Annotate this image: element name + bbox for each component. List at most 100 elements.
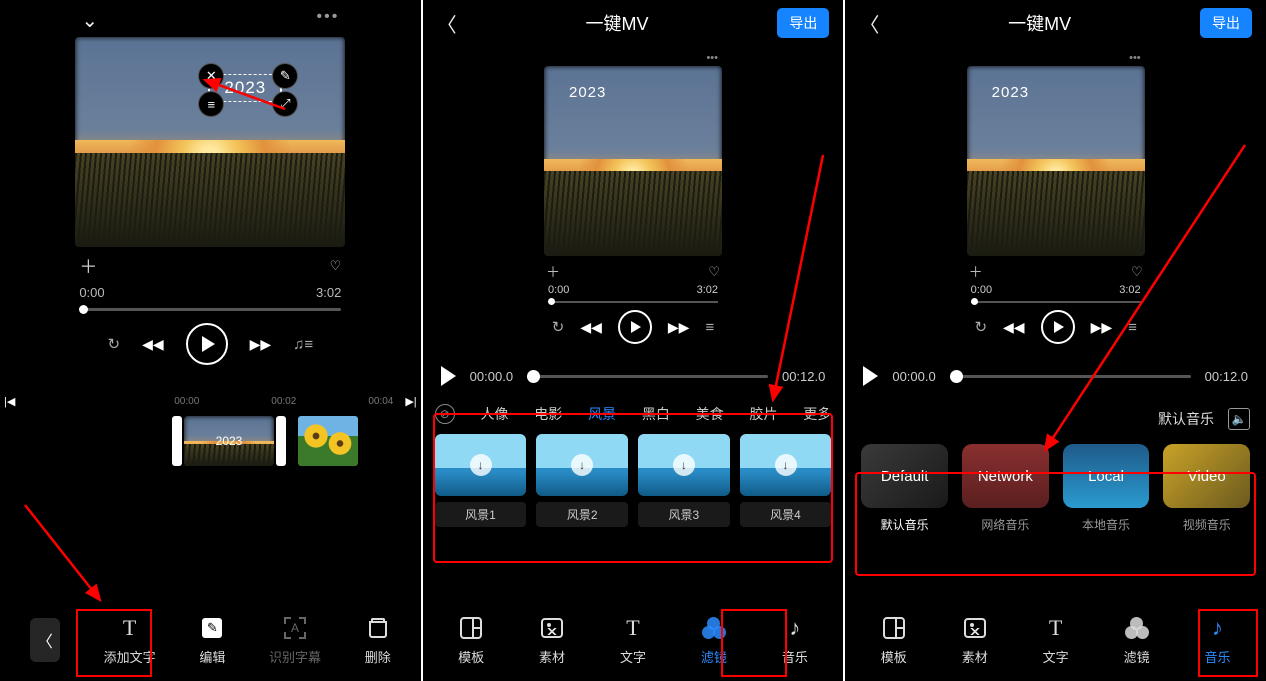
loop-icon[interactable]: ↻	[552, 318, 565, 336]
back-icon[interactable]: 〈	[437, 9, 457, 38]
tool-music[interactable]: ♪音乐	[782, 615, 808, 666]
more-icon[interactable]: •••	[967, 52, 1145, 66]
preview-progress[interactable]	[79, 308, 341, 311]
filter-cat[interactable]: 美食	[696, 404, 724, 424]
rewind-icon[interactable]: ◀◀	[580, 319, 602, 336]
filter-cat[interactable]: 风景	[588, 404, 616, 424]
text-overlay-editor[interactable]: 2023 ✕ ✎ ≡ ⤢	[190, 59, 300, 117]
panel-text-editor: ⌄ ••• 2023 ✕ ✎ ≡ ⤢ ＋ ♡ 0:00 3:02	[0, 0, 423, 681]
tool-label: 模板	[458, 647, 484, 666]
tool-template[interactable]: 模板	[458, 615, 484, 666]
add-clip-icon[interactable]: ＋	[969, 262, 983, 282]
prev-frame-icon[interactable]: |◀	[4, 395, 15, 408]
tool-add-text[interactable]: T 添加文字	[104, 615, 156, 666]
filter-label: 风景2	[536, 502, 628, 527]
tool-delete[interactable]: 删除	[365, 615, 391, 666]
play-button[interactable]	[186, 323, 228, 365]
add-clip-icon[interactable]: ＋	[546, 262, 560, 282]
clip-handle-right[interactable]	[276, 416, 286, 466]
rewind-icon[interactable]: ◀◀	[1003, 319, 1025, 336]
text-align-icon[interactable]: ≡	[198, 91, 224, 117]
more-icon[interactable]: •••	[317, 8, 340, 33]
back-icon[interactable]: 〈	[859, 9, 879, 38]
filter-cat[interactable]: 胶片	[749, 404, 777, 424]
timeline-track[interactable]	[950, 375, 1191, 378]
play-icon[interactable]	[441, 366, 456, 386]
tool-material[interactable]: 素材	[962, 615, 988, 666]
play-icon[interactable]	[863, 366, 878, 386]
tool-filter[interactable]: 滤镜	[701, 615, 727, 666]
filter-cat[interactable]: 人像	[480, 404, 508, 424]
music-icon: ♪	[789, 615, 800, 641]
clip-thumbnail[interactable]: 2023	[184, 416, 274, 466]
tool-label: 模板	[881, 647, 907, 666]
filter-item[interactable]: ↓风景3	[638, 434, 730, 527]
preview-canvas[interactable]: 2023	[544, 66, 722, 256]
forward-icon[interactable]: ▶▶	[668, 319, 690, 336]
next-frame-icon[interactable]: ▶|	[405, 395, 416, 408]
filter-none-icon[interactable]: ⊘	[435, 404, 455, 424]
tool-material[interactable]: 素材	[539, 615, 565, 666]
time-end: 3:02	[697, 284, 718, 296]
forward-icon[interactable]: ▶▶	[1091, 319, 1113, 336]
timeline: 00:00.0 00:12.0	[845, 354, 1266, 398]
loop-icon[interactable]: ↻	[974, 318, 987, 336]
music-options: Default默认音乐 Network网络音乐 Local本地音乐 Video视…	[845, 434, 1266, 543]
more-icon[interactable]: •••	[544, 52, 722, 66]
tool-text[interactable]: T文字	[620, 615, 646, 666]
panel-filters: 〈 一键MV 导出 ••• 2023 ＋ ♡ 0:00 3:02	[423, 0, 846, 681]
thumbnail-strip[interactable]: 2023	[170, 416, 421, 466]
back-button[interactable]: 〈	[30, 618, 60, 662]
music-label: 网络音乐	[981, 516, 1029, 533]
playlist-icon[interactable]: ♫≡	[293, 336, 313, 353]
favorite-icon[interactable]: ♡	[708, 264, 720, 280]
music-icon: ♪	[1212, 615, 1223, 641]
preview-collapse-icon[interactable]: ⌄	[81, 8, 98, 33]
music-item-local[interactable]: Local本地音乐	[1063, 444, 1150, 533]
favorite-icon[interactable]: ♡	[330, 258, 342, 274]
filter-cat[interactable]: 黑白	[642, 404, 670, 424]
time-start: 0:00	[548, 284, 569, 296]
main-toolbar: 模板 素材 T文字 滤镜 ♪音乐	[845, 603, 1266, 681]
filter-cat[interactable]: 电影	[534, 404, 562, 424]
filter-thumbnails: ↓风景1 ↓风景2 ↓风景3 ↓ 风景4	[423, 434, 844, 527]
export-button[interactable]: 导出	[777, 8, 829, 38]
add-clip-icon[interactable]: ＋	[79, 253, 97, 279]
filter-item[interactable]: ↓ 风景4	[740, 434, 832, 527]
music-item-network[interactable]: Network网络音乐	[962, 444, 1049, 533]
video-preview: ⌄ ••• 2023 ✕ ✎ ≡ ⤢ ＋ ♡ 0:00 3:02	[75, 4, 345, 375]
forward-icon[interactable]: ▶▶	[250, 336, 272, 353]
play-button[interactable]	[618, 310, 652, 344]
tool-music[interactable]: ♪音乐	[1204, 615, 1230, 666]
clip-thumbnail-next[interactable]	[298, 416, 358, 466]
filter-cat[interactable]: 更多	[803, 404, 831, 424]
text-resize-icon[interactable]: ⤢	[272, 91, 298, 117]
volume-icon[interactable]: 🔈	[1228, 408, 1250, 430]
download-icon: ↓	[775, 454, 797, 476]
music-item-default[interactable]: Default默认音乐	[861, 444, 948, 533]
main-toolbar: 模板 素材 T文字 滤镜 ♪音乐	[423, 603, 844, 681]
rewind-icon[interactable]: ◀◀	[142, 336, 164, 353]
tool-filter[interactable]: 滤镜	[1124, 615, 1150, 666]
filter-item[interactable]: ↓风景1	[435, 434, 527, 527]
tool-text[interactable]: T文字	[1043, 615, 1069, 666]
music-item-video[interactable]: Video视频音乐	[1163, 444, 1250, 533]
favorite-icon[interactable]: ♡	[1131, 264, 1143, 280]
tool-template[interactable]: 模板	[881, 615, 907, 666]
tool-recognize-subs[interactable]: 识别字幕	[269, 615, 321, 666]
playlist-icon[interactable]: ≡	[705, 319, 714, 336]
timeline-track[interactable]	[527, 375, 768, 378]
playlist-icon[interactable]: ≡	[1128, 319, 1137, 336]
text-edit-icon[interactable]: ✎	[272, 63, 298, 89]
play-button[interactable]	[1041, 310, 1075, 344]
export-button[interactable]: 导出	[1200, 8, 1252, 38]
preview-progress[interactable]	[548, 301, 718, 303]
preview-progress[interactable]	[971, 301, 1141, 303]
tool-edit[interactable]: ✎ 编辑	[199, 615, 225, 666]
filter-item[interactable]: ↓风景2	[536, 434, 628, 527]
clip-handle-left[interactable]	[172, 416, 182, 466]
music-label: 默认音乐	[881, 516, 929, 533]
loop-icon[interactable]: ↻	[107, 335, 120, 353]
filter-label: 风景4	[740, 502, 832, 527]
preview-canvas[interactable]: 2023	[967, 66, 1145, 256]
